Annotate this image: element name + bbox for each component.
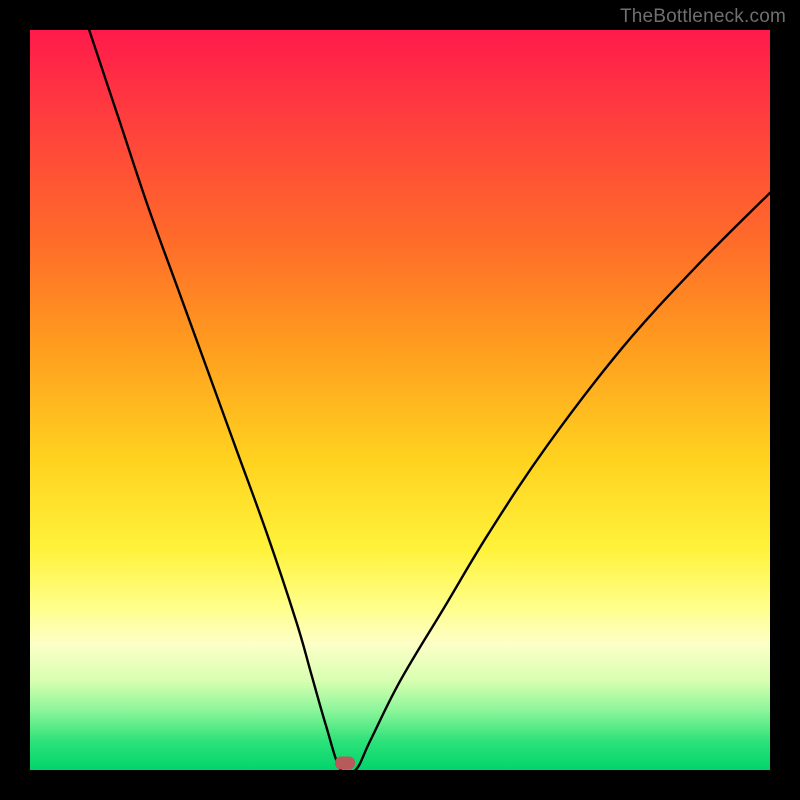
bottleneck-curve: [30, 30, 770, 770]
plot-area: [30, 30, 770, 770]
chart-frame: TheBottleneck.com: [0, 0, 800, 800]
watermark-text: TheBottleneck.com: [620, 6, 786, 28]
optimal-marker: [335, 756, 355, 769]
